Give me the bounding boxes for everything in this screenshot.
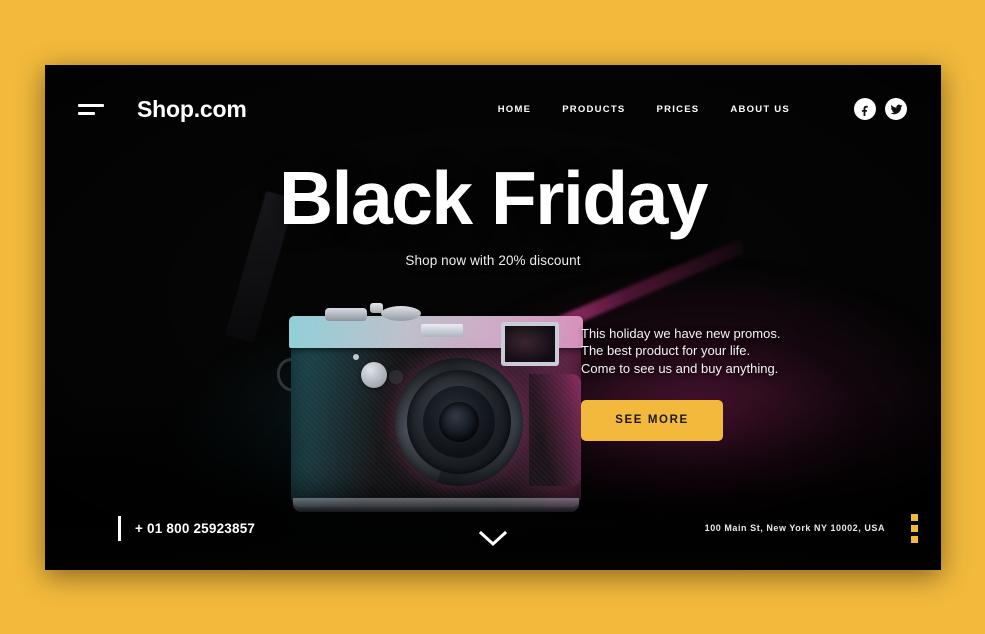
camera-dial-left <box>325 308 367 321</box>
hero-subtitle: Shop now with 20% discount <box>405 253 581 268</box>
promo-line-2: The best product for your life. <box>581 343 751 359</box>
hero-card: Shop.com HOME PRODUCTS PRICES ABOUT US B… <box>45 65 941 570</box>
social-links <box>854 98 907 120</box>
camera-shutter-button <box>370 303 383 313</box>
dot-2 <box>911 524 918 532</box>
camera-front-sensor <box>389 370 403 384</box>
see-more-button[interactable]: SEE MORE <box>581 399 723 441</box>
promo-line-3: Come to see us and buy anything. <box>581 360 779 376</box>
camera-lens-aperture <box>439 402 479 442</box>
nav-item-home[interactable]: HOME <box>498 104 532 115</box>
nav-item-about-us[interactable]: ABOUT US <box>730 104 790 115</box>
phone-number[interactable]: + 01 800 25923857 <box>135 521 255 536</box>
page-title: Black Friday <box>278 156 709 240</box>
page-root: Shop.com HOME PRODUCTS PRICES ABOUT US B… <box>0 0 985 634</box>
nav-item-prices[interactable]: PRICES <box>657 104 700 115</box>
hero-text-block: Black Friday Shop now with 20% discount <box>45 156 941 269</box>
dot-3 <box>911 535 918 543</box>
vertical-dots-icon[interactable] <box>911 513 918 543</box>
promo-block: This holiday we have new promos. The bes… <box>581 325 841 441</box>
brand-logo[interactable]: Shop.com <box>137 96 247 123</box>
camera-grip <box>529 374 581 486</box>
camera-lens-inner <box>423 386 495 458</box>
dot-1 <box>911 513 918 521</box>
hamburger-bar-top <box>78 103 104 107</box>
camera-flash-window <box>421 324 463 337</box>
main-nav: HOME PRODUCTS PRICES ABOUT US <box>498 98 907 120</box>
camera-viewfinder <box>501 322 559 366</box>
phone-accent-bar <box>118 515 121 541</box>
site-header: Shop.com HOME PRODUCTS PRICES ABOUT US <box>45 65 941 153</box>
camera-lens <box>395 358 523 486</box>
site-footer: + 01 800 25923857 100 Main St, New York … <box>45 486 941 570</box>
hamburger-icon[interactable] <box>78 101 104 117</box>
twitter-icon[interactable] <box>885 98 907 120</box>
address-text: 100 Main St, New York NY 10002, USA <box>704 523 885 533</box>
camera-front-knob <box>361 362 387 388</box>
nav-item-products[interactable]: PRODUCTS <box>562 104 625 115</box>
promo-line-1: This holiday we have new promos. <box>581 326 781 341</box>
camera-lens-barrel <box>407 370 511 474</box>
phone-block: + 01 800 25923857 <box>118 515 255 541</box>
camera-indicator-dot <box>353 354 359 360</box>
facebook-icon[interactable] <box>854 98 876 120</box>
camera-dial-right <box>381 306 421 321</box>
hamburger-bar-bottom <box>78 111 95 115</box>
